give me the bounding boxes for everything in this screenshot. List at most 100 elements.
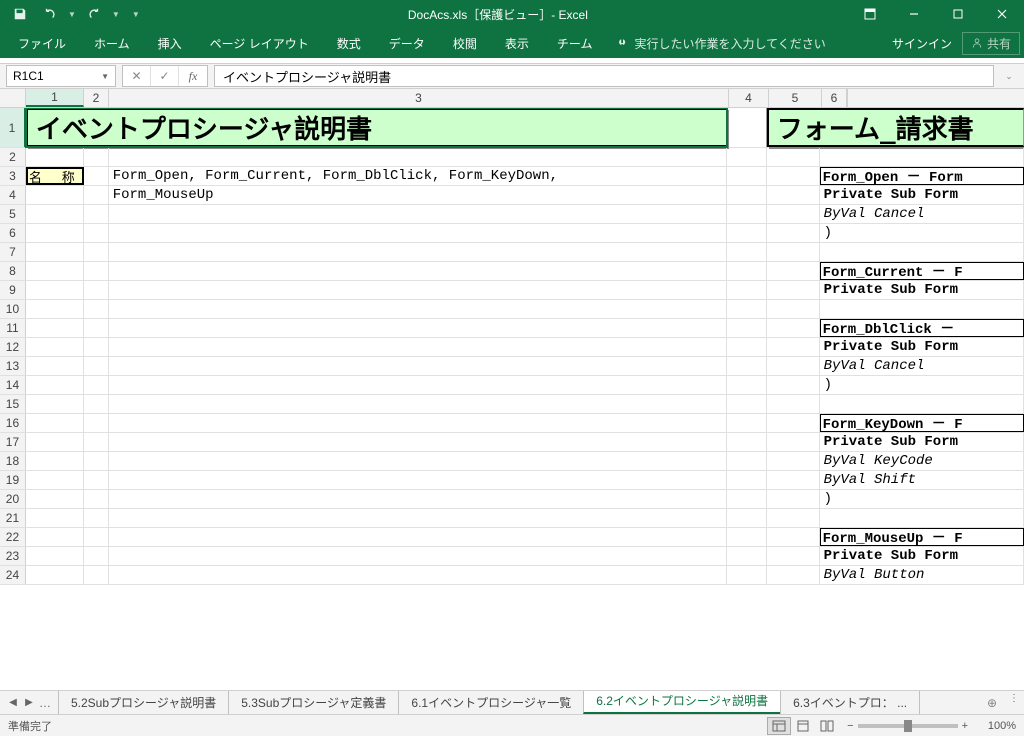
cell[interactable] <box>767 528 820 546</box>
code-line[interactable]: ByVal Cancel <box>820 205 1024 223</box>
cell[interactable] <box>84 528 109 546</box>
cell[interactable] <box>109 395 727 413</box>
page-layout-view-icon[interactable] <box>791 717 815 735</box>
save-icon[interactable] <box>8 2 32 26</box>
cell[interactable] <box>26 186 84 204</box>
cell[interactable] <box>727 338 767 356</box>
cell[interactable] <box>727 566 767 584</box>
select-all-button[interactable] <box>0 89 26 107</box>
sheet-tab[interactable]: 5.2Subプロシージャ説明書 <box>58 691 229 714</box>
cell[interactable] <box>26 471 84 489</box>
cell[interactable] <box>84 566 109 584</box>
code-line[interactable]: ) <box>820 224 1024 242</box>
zoom-in-icon[interactable]: + <box>962 720 968 732</box>
cell[interactable] <box>109 452 727 470</box>
name-box-dropdown-icon[interactable]: ▼ <box>101 72 109 81</box>
row-header[interactable]: 22 <box>0 528 26 546</box>
cell[interactable] <box>109 433 727 451</box>
row-header[interactable]: 4 <box>0 186 26 204</box>
tell-me-search[interactable]: 実行したい作業を入力してください <box>616 35 825 52</box>
undo-dropdown-icon[interactable]: ▼ <box>68 10 76 19</box>
cell[interactable] <box>109 319 727 337</box>
sheet-tab[interactable]: 5.3Subプロシージャ定義書 <box>228 691 399 714</box>
column-header[interactable]: 4 <box>729 89 769 107</box>
sheet-menu-icon[interactable]: ⋮ <box>1004 691 1024 705</box>
cell[interactable] <box>767 262 820 280</box>
cell[interactable] <box>26 224 84 242</box>
cell[interactable] <box>727 300 767 318</box>
code-line[interactable]: ByVal Shift <box>820 471 1024 489</box>
cell[interactable] <box>767 395 820 413</box>
cell-text[interactable]: Form_MouseUp <box>109 186 727 204</box>
cell[interactable] <box>727 433 767 451</box>
enter-formula-icon[interactable]: ✓ <box>151 66 179 86</box>
cell[interactable] <box>26 357 84 375</box>
code-line[interactable] <box>820 148 1024 166</box>
cell[interactable] <box>727 357 767 375</box>
column-header[interactable] <box>847 89 848 107</box>
cell[interactable] <box>26 262 84 280</box>
formula-input[interactable]: イベントプロシージャ説明書 <box>214 65 994 87</box>
cell[interactable] <box>727 281 767 299</box>
cell[interactable] <box>84 186 109 204</box>
row-header[interactable]: 6 <box>0 224 26 242</box>
cell[interactable] <box>26 414 84 432</box>
cell[interactable] <box>84 167 109 185</box>
sheet-tab[interactable]: 6.1イベントプロシージャ一覧 <box>398 691 584 714</box>
cell[interactable] <box>727 243 767 261</box>
undo-icon[interactable] <box>38 2 62 26</box>
cell[interactable] <box>109 281 727 299</box>
cell[interactable] <box>84 357 109 375</box>
cell[interactable] <box>727 262 767 280</box>
row-header[interactable]: 7 <box>0 243 26 261</box>
cell[interactable] <box>109 262 727 280</box>
cell[interactable] <box>84 148 109 166</box>
zoom-track[interactable] <box>858 724 958 728</box>
code-line[interactable] <box>820 243 1024 261</box>
code-line[interactable]: Private Sub Form <box>820 281 1024 299</box>
row-header[interactable]: 1 <box>0 108 26 147</box>
cell[interactable] <box>727 414 767 432</box>
row-header[interactable]: 17 <box>0 433 26 451</box>
insert-function-icon[interactable]: fx <box>179 66 207 86</box>
code-line[interactable]: Private Sub Form <box>820 547 1024 565</box>
cell[interactable] <box>84 338 109 356</box>
cell[interactable] <box>84 490 109 508</box>
formula-bar-expand-icon[interactable]: ⌄ <box>1000 71 1018 82</box>
zoom-out-icon[interactable]: − <box>847 720 853 732</box>
title-main[interactable]: イベントプロシージャ説明書 <box>26 108 727 147</box>
cell[interactable] <box>109 471 727 489</box>
tab-home[interactable]: ホーム <box>80 28 144 58</box>
cell[interactable] <box>26 205 84 223</box>
sheet-tab[interactable]: 6.2イベントプロシージャ説明書 <box>583 691 781 714</box>
cell[interactable] <box>727 376 767 394</box>
code-line[interactable]: Private Sub Form <box>820 338 1024 356</box>
cell[interactable] <box>84 452 109 470</box>
code-line[interactable]: Form_KeyDown － F <box>820 414 1024 432</box>
cell[interactable] <box>84 547 109 565</box>
cell[interactable] <box>767 433 820 451</box>
cell[interactable] <box>109 547 727 565</box>
cell[interactable] <box>727 452 767 470</box>
sheet-tab[interactable]: 6.3イベントプロ： ... <box>780 691 920 714</box>
cell[interactable] <box>767 224 820 242</box>
tab-insert[interactable]: 挿入 <box>144 28 196 58</box>
column-header[interactable]: 2 <box>84 89 109 107</box>
cell[interactable] <box>84 224 109 242</box>
cell[interactable] <box>84 433 109 451</box>
cell[interactable] <box>727 205 767 223</box>
cell[interactable] <box>109 148 727 166</box>
close-button[interactable] <box>980 0 1024 28</box>
cell[interactable] <box>727 509 767 527</box>
cell[interactable] <box>109 224 727 242</box>
cell[interactable] <box>26 243 84 261</box>
row-header[interactable]: 20 <box>0 490 26 508</box>
code-line[interactable]: Private Sub Form <box>820 433 1024 451</box>
cell[interactable] <box>727 186 767 204</box>
cell[interactable] <box>767 547 820 565</box>
cell[interactable] <box>727 108 767 147</box>
cell[interactable] <box>767 376 820 394</box>
cell[interactable] <box>767 319 820 337</box>
row-header[interactable]: 16 <box>0 414 26 432</box>
cell[interactable] <box>767 566 820 584</box>
